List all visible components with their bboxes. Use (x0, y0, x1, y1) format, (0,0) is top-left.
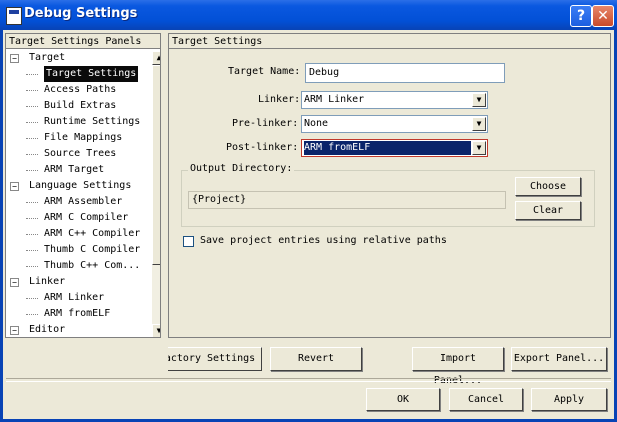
prelinker-label: Pre-linker: (232, 118, 299, 129)
cancel-button[interactable]: Cancel (449, 388, 523, 411)
tree-connector (26, 138, 38, 139)
relative-paths-label: Save project entries using relative path… (200, 235, 447, 246)
tree-item-label: ARM Linker (44, 292, 105, 303)
tree-item[interactable]: ARM Assembler (6, 194, 152, 210)
prelinker-value: None (304, 118, 329, 129)
tree-connector (26, 250, 38, 251)
tree-item-label: ARM C++ Compiler (44, 228, 141, 239)
clear-button[interactable]: Clear (515, 201, 581, 220)
tree-item[interactable]: Thumb C Compiler (6, 242, 152, 258)
tree-item[interactable]: Build Extras (6, 98, 152, 114)
apply-button[interactable]: Apply (531, 388, 607, 411)
chevron-down-icon[interactable]: ▼ (472, 93, 486, 107)
app-icon (6, 7, 22, 25)
collapse-icon[interactable]: − (10, 54, 19, 63)
tree-item-label: File Mappings (44, 132, 123, 143)
choose-button[interactable]: Choose (515, 177, 581, 196)
tree-item[interactable]: − Linker (6, 274, 152, 290)
tree-connector (26, 74, 38, 75)
tree-item-label: ARM fromELF (44, 308, 111, 319)
tree-connector (26, 266, 38, 267)
revert-button[interactable]: Revert (270, 347, 362, 371)
help-button[interactable]: ? (570, 5, 592, 27)
tree-item[interactable]: Runtime Settings (6, 114, 152, 130)
import-panel-button[interactable]: Import Panel... (412, 347, 504, 386)
tree-connector (26, 170, 38, 171)
tree-connector (26, 314, 38, 315)
tree-item[interactable]: ARM C Compiler (6, 210, 152, 226)
linker-label: Linker: (258, 94, 301, 105)
relative-paths-checkbox[interactable] (183, 236, 194, 247)
tree-item-label: ARM Assembler (44, 196, 123, 207)
panels-tree-header: Target Settings Panels (6, 34, 160, 49)
arrow-up-icon[interactable]: ▲ (152, 51, 160, 65)
collapse-icon[interactable]: − (10, 278, 19, 287)
tree-item[interactable]: − Editor (6, 322, 152, 337)
tree-connector (26, 218, 38, 219)
panels-scrollbar[interactable]: ▲ ▼ (152, 51, 160, 337)
tree-item-label: Access Paths (44, 84, 117, 95)
tree-item-label: ARM C Compiler (44, 212, 129, 223)
tree-item[interactable]: File Mappings (6, 130, 152, 146)
tree-item-label: Linker (29, 276, 66, 287)
postlinker-select[interactable]: ARM fromELF ▼ (301, 139, 488, 157)
chevron-down-icon[interactable]: ▼ (472, 117, 486, 131)
tree-item[interactable]: ARM Linker (6, 290, 152, 306)
close-button[interactable]: ✕ (592, 5, 614, 27)
tree-connector (26, 122, 38, 123)
target-name-input[interactable]: Debug (305, 63, 505, 83)
collapse-icon[interactable]: − (10, 182, 19, 191)
target-name-label: Target Name: (228, 66, 301, 77)
linker-select[interactable]: ARM Linker ▼ (301, 91, 488, 109)
tree-item-label: Target (29, 52, 66, 63)
collapse-icon[interactable]: − (10, 326, 19, 335)
tree-item[interactable]: − Language Settings (6, 178, 152, 194)
chevron-down-icon[interactable]: ▼ (472, 141, 486, 155)
settings-panel-header: Target Settings (169, 34, 610, 49)
tree-connector (26, 202, 38, 203)
tree-item[interactable]: Target Settings (6, 66, 152, 82)
panels-tree-items: − Target Target Settings Access Paths Build … (6, 50, 152, 337)
tree-connector (26, 154, 38, 155)
window-title: Debug Settings (24, 6, 138, 21)
tree-connector (26, 106, 38, 107)
output-directory-field: {Project} (188, 191, 506, 209)
tree-item-label: Runtime Settings (44, 116, 141, 127)
tree-item[interactable]: Access Paths (6, 82, 152, 98)
tree-item-label: Thumb C Compiler (44, 244, 141, 255)
tree-connector (26, 234, 38, 235)
dialog-separator (6, 378, 611, 382)
tree-item-label: Thumb C++ Com... (44, 260, 141, 271)
scrollbar-thumb[interactable] (152, 65, 160, 265)
tree-item[interactable]: − Target (6, 50, 152, 66)
tree-item-label: Build Extras (44, 100, 117, 111)
linker-value: ARM Linker (304, 94, 365, 105)
prelinker-select[interactable]: None ▼ (301, 115, 488, 133)
tree-item[interactable]: Thumb C++ Com... (6, 258, 152, 274)
settings-panel: Target Settings Target Name: Debug Linke… (168, 33, 611, 338)
ok-button[interactable]: OK (366, 388, 440, 411)
tree-item-label: Source Trees (44, 148, 117, 159)
tree-item[interactable]: ARM Target (6, 162, 152, 178)
tree-item-label: ARM Target (44, 164, 105, 175)
export-panel-button[interactable]: Export Panel... (511, 347, 607, 371)
factory-settings-clip: Factory Settings (168, 347, 262, 371)
postlinker-value: ARM fromELF (304, 141, 471, 155)
tree-item[interactable]: Source Trees (6, 146, 152, 162)
factory-settings-button[interactable]: Factory Settings (168, 347, 262, 371)
postlinker-label: Post-linker: (226, 142, 299, 153)
window-frame-left (0, 30, 3, 422)
panels-tree[interactable]: Target Settings Panels − Target Target Set… (5, 33, 161, 338)
tree-connector (26, 90, 38, 91)
tree-item[interactable]: ARM fromELF (6, 306, 152, 322)
arrow-down-icon[interactable]: ▼ (152, 324, 160, 337)
tree-item-label: Language Settings (29, 180, 132, 191)
tree-item[interactable]: ARM C++ Compiler (6, 226, 152, 242)
tree-item-label: Editor (29, 324, 66, 335)
tree-connector (26, 298, 38, 299)
output-directory-label: Output Directory: (188, 163, 295, 174)
tree-item-label: Target Settings (44, 66, 139, 82)
